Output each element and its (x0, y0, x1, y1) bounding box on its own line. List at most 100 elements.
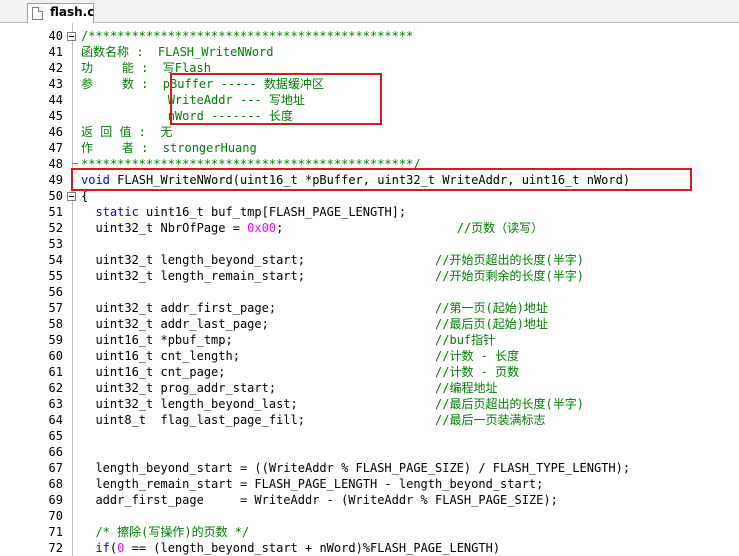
code-line[interactable]: 69 addr_first_page = WriteAddr - (WriteA… (0, 492, 739, 508)
line-number: 42 (48, 61, 63, 75)
tab-label: flash.c (50, 5, 95, 19)
line-number: 65 (48, 429, 63, 443)
line-number: 47 (48, 141, 63, 155)
code-token: //第一页(起始)地址 (435, 301, 548, 315)
code-token: ****************************************… (81, 157, 421, 171)
code-line[interactable]: 63 uint32_t length_beyond_last; //最后页超出的… (0, 396, 739, 412)
code-token: uint32_t addr_last_page; (81, 317, 436, 331)
code-line[interactable]: 51 static uint16_t buf_tmp[FLASH_PAGE_LE… (0, 204, 739, 220)
code-text: uint8_t flag_last_page_fill; //最后一页装满标志 (81, 412, 545, 428)
code-editor[interactable]: 40 /*************************************… (0, 23, 739, 556)
code-token: void (81, 173, 110, 187)
code-line[interactable]: 46 返 回 值 : 无 (0, 124, 739, 140)
code-line[interactable]: 52 uint32_t NbrOfPage = 0x00; //页数（读写） (0, 220, 739, 236)
code-line[interactable]: 43 参 数 : pBuffer ----- 数据缓冲区 (0, 76, 739, 92)
code-text: ****************************************… (81, 156, 421, 172)
code-line[interactable]: 59 uint16_t *pbuf_tmp; //buf指针 (0, 332, 739, 348)
code-text: WriteAddr --- 写地址 (81, 92, 305, 108)
code-token: WriteAddr --- 写地址 (81, 93, 305, 107)
code-line[interactable]: 53 (0, 236, 739, 252)
code-text: uint32_t length_beyond_start; //开始页超出的长度… (81, 252, 583, 268)
code-line[interactable]: 60 uint16_t cnt_length; //计数 - 长度 (0, 348, 739, 364)
code-token: //计数 - 长度 (435, 349, 520, 363)
code-line[interactable]: 58 uint32_t addr_last_page; //最后页(起始)地址 (0, 316, 739, 332)
code-text: 参 数 : pBuffer ----- 数据缓冲区 (81, 76, 324, 92)
code-token: 0x00 (247, 221, 277, 235)
code-line[interactable]: 71 /* 擦除(写操作)的页数 */ (0, 524, 739, 540)
code-line[interactable]: 41 函数名称 : FLASH_WriteNWord (0, 44, 739, 60)
code-text: length_remain_start = FLASH_PAGE_LENGTH … (81, 476, 543, 492)
code-text: length_beyond_start = ((WriteAddr % FLAS… (81, 460, 630, 476)
code-token: static (95, 205, 139, 219)
line-number: 68 (48, 477, 63, 491)
code-token: == (length_beyond_start + nWord)%FLASH_P… (124, 541, 501, 555)
code-token: uint32_t length_remain_start; (81, 269, 436, 283)
code-token: ; (276, 221, 457, 235)
code-line[interactable]: 72 if(0 == (length_beyond_start + nWord)… (0, 540, 739, 556)
code-token: uint32_t length_beyond_last; (81, 397, 436, 411)
fold-toggle-icon[interactable] (67, 32, 76, 41)
code-token: uint16_t buf_tmp[FLASH_PAGE_LENGTH]; (138, 205, 407, 219)
code-line[interactable]: 57 uint32_t addr_first_page; //第一页(起始)地址 (0, 300, 739, 316)
file-icon (32, 7, 43, 20)
line-number: 40 (48, 29, 63, 43)
line-number: 70 (48, 509, 63, 523)
code-line[interactable]: 62 uint32_t prog_addr_start; //编程地址 (0, 380, 739, 396)
fold-toggle-icon[interactable] (67, 192, 76, 201)
code-line[interactable]: 44 WriteAddr --- 写地址 (0, 92, 739, 108)
code-token: FLASH_WriteNWord(uint16_t *pBuffer, uint… (109, 173, 631, 187)
code-token: nWord ------- 长度 (81, 109, 293, 123)
line-number: 49 (48, 173, 63, 187)
line-number: 48 (48, 157, 63, 171)
tab-flash-c[interactable]: flash.c (27, 3, 94, 23)
code-line[interactable]: 45 nWord ------- 长度 (0, 108, 739, 124)
line-number: 45 (48, 109, 63, 123)
code-token: uint32_t prog_addr_start; (81, 381, 436, 395)
line-number: 57 (48, 301, 63, 315)
line-number: 52 (48, 221, 63, 235)
code-line[interactable]: 55 uint32_t length_remain_start; //开始页剩余… (0, 268, 739, 284)
line-number: 54 (48, 253, 63, 267)
code-token: uint16_t *pbuf_tmp; (81, 333, 436, 347)
code-line[interactable]: 42 功 能 : 写Flash (0, 60, 739, 76)
line-number: 44 (48, 93, 63, 107)
code-line[interactable]: 68 length_remain_start = FLASH_PAGE_LENG… (0, 476, 739, 492)
code-text: uint32_t addr_first_page; //第一页(起始)地址 (81, 300, 548, 316)
code-line[interactable]: 64 uint8_t flag_last_page_fill; //最后一页装满… (0, 412, 739, 428)
code-token: length_remain_start = FLASH_PAGE_LENGTH … (81, 477, 544, 491)
code-text: /***************************************… (81, 28, 413, 44)
line-number: 43 (48, 77, 63, 91)
line-number: 56 (48, 285, 63, 299)
code-token: //最后一页装满标志 (435, 413, 546, 427)
code-text: uint32_t NbrOfPage = 0x00; //页数（读写） (81, 220, 543, 236)
code-token: //开始页剩余的长度(半字) (435, 269, 584, 283)
fold-end-icon (72, 163, 78, 164)
code-line[interactable]: 49 void FLASH_WriteNWord(uint16_t *pBuffe… (0, 172, 739, 188)
code-text: nWord ------- 长度 (81, 108, 293, 124)
code-line[interactable]: 67 length_beyond_start = ((WriteAddr % F… (0, 460, 739, 476)
code-token: //编程地址 (435, 381, 498, 395)
code-token: uint16_t cnt_page; (81, 365, 436, 379)
code-token: 返 回 值 : 无 (81, 125, 173, 139)
code-line[interactable]: 54 uint32_t length_beyond_start; //开始页超出… (0, 252, 739, 268)
code-token: 参 数 : pBuffer ----- 数据缓冲区 (81, 77, 324, 91)
code-line[interactable]: 40 /*************************************… (0, 28, 739, 44)
code-line[interactable]: 48 **************************************… (0, 156, 739, 172)
tab-bar: flash.c (0, 0, 739, 23)
code-text: uint32_t length_beyond_last; //最后页超出的长度(… (81, 396, 583, 412)
code-token: //最后页(起始)地址 (435, 317, 548, 331)
code-line[interactable]: 56 (0, 284, 739, 300)
code-text: uint16_t cnt_page; //计数 - 页数 (81, 364, 519, 380)
code-token: { (81, 189, 89, 203)
code-line[interactable]: 61 uint16_t cnt_page; //计数 - 页数 (0, 364, 739, 380)
code-token: uint32_t length_beyond_start; (81, 253, 436, 267)
line-number: 53 (48, 237, 63, 251)
code-line[interactable]: 47 作 者 : strongerHuang (0, 140, 739, 156)
code-line[interactable]: 65 (0, 428, 739, 444)
code-line[interactable]: 50 { (0, 188, 739, 204)
code-token: 功 能 : 写Flash (81, 61, 211, 75)
code-line[interactable]: 66 (0, 444, 739, 460)
code-line[interactable]: 70 (0, 508, 739, 524)
line-number: 71 (48, 525, 63, 539)
